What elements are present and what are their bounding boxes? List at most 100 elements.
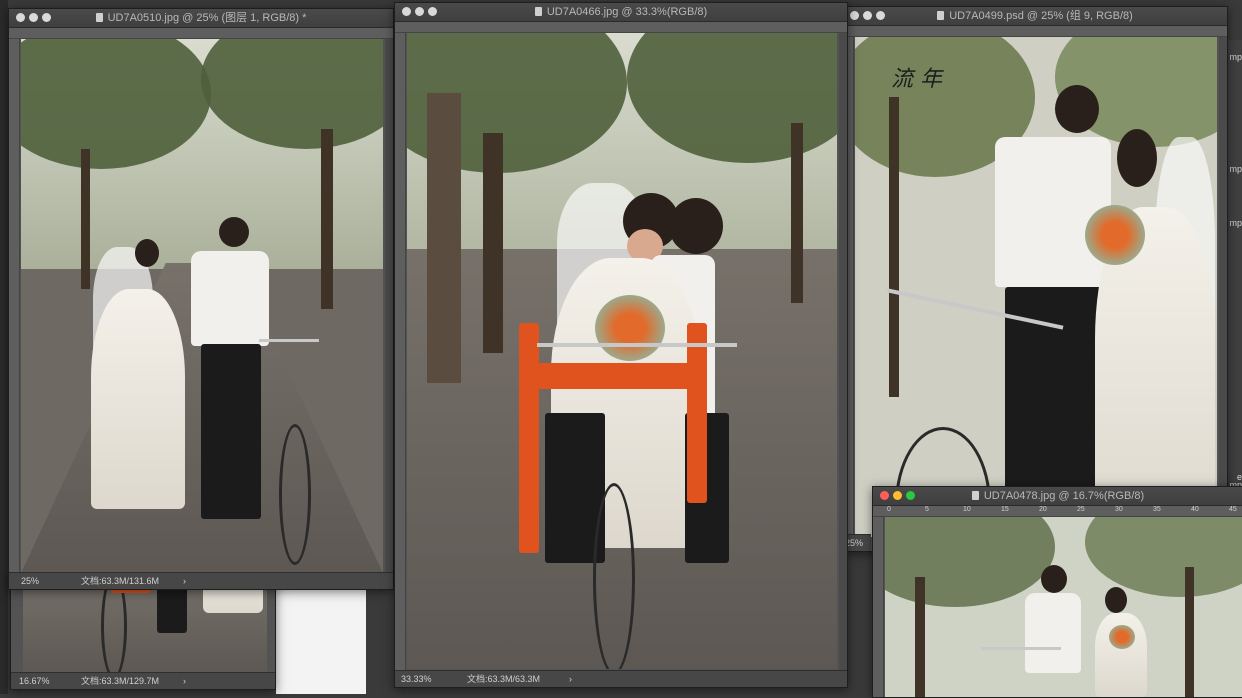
bicycle-wheel xyxy=(279,424,311,565)
zoom-button[interactable] xyxy=(876,11,885,20)
ruler-tick-label: 40 xyxy=(1191,506,1199,513)
window-title: UD7A0478.jpg @ 16.7%(RGB/8) xyxy=(983,490,1145,502)
groom-head xyxy=(669,198,723,254)
tree-canopy xyxy=(1085,517,1242,597)
groom-head xyxy=(1055,85,1099,133)
vertical-ruler[interactable] xyxy=(395,33,406,671)
photo-canvas[interactable] xyxy=(21,39,383,573)
document-size: 文档:63.3M/63.3M xyxy=(467,674,541,684)
vertical-ruler[interactable] xyxy=(873,517,884,697)
document-window-ud7a0510[interactable]: UD7A0510.jpg @ 25% (图层 1, RGB/8) * 25% 文… xyxy=(8,8,394,590)
desktop-label: mp xyxy=(1229,218,1242,228)
document-size: 文档:63.3M/131.6M xyxy=(81,576,160,586)
status-bar: 16.67% 文档:63.3M/129.7M › xyxy=(11,672,275,689)
tree-trunk xyxy=(81,149,90,289)
status-bar: 25% 文档:63.3M/131.6M › xyxy=(9,572,393,589)
groom-pants xyxy=(201,344,261,519)
minimize-button[interactable] xyxy=(893,491,902,500)
desktop-white-panel xyxy=(276,588,366,694)
zoom-level[interactable]: 33.33% xyxy=(401,671,432,687)
ruler-tick-label: 30 xyxy=(1115,506,1123,513)
desktop-label: mp xyxy=(1229,52,1242,62)
window-titlebar[interactable]: UD7A0499.psd @ 25% (组 9, RGB/8) xyxy=(843,7,1227,26)
document-icon xyxy=(971,491,979,500)
close-button[interactable] xyxy=(402,7,411,16)
ruler-tick-label: 35 xyxy=(1153,506,1161,513)
desktop-left-strip xyxy=(0,0,8,694)
bicycle-handlebar xyxy=(981,647,1061,650)
ruler-tick-label: 25 xyxy=(1077,506,1085,513)
minimize-button[interactable] xyxy=(863,11,872,20)
window-titlebar[interactable]: UD7A0510.jpg @ 25% (图层 1, RGB/8) * xyxy=(9,9,393,28)
window-title: UD7A0466.jpg @ 33.3%(RGB/8) xyxy=(546,6,708,18)
status-menu-arrow[interactable]: › xyxy=(183,673,186,689)
photo-canvas[interactable] xyxy=(407,33,837,669)
zoom-level[interactable]: 25% xyxy=(21,573,39,589)
tree-trunk xyxy=(915,577,925,697)
window-title: UD7A0510.jpg @ 25% (图层 1, RGB/8) * xyxy=(107,12,307,24)
minimize-button[interactable] xyxy=(29,13,38,22)
bicycle-wheel xyxy=(593,483,635,669)
ruler-tick-label: 10 xyxy=(963,506,971,513)
ruler-tick-label: 0 xyxy=(887,506,891,513)
tree-trunk xyxy=(483,133,503,353)
close-button[interactable] xyxy=(880,491,889,500)
photo-canvas[interactable] xyxy=(885,517,1242,697)
window-titlebar[interactable]: UD7A0466.jpg @ 33.3%(RGB/8) xyxy=(395,3,847,22)
groom-head xyxy=(1041,565,1067,593)
orange-sash xyxy=(537,363,697,389)
ruler-tick-label: 15 xyxy=(1001,506,1009,513)
vertical-scrollbar[interactable] xyxy=(385,39,393,573)
document-window-ud7a0466[interactable]: UD7A0466.jpg @ 33.3%(RGB/8) 33.33% 文档:63… xyxy=(394,2,848,688)
horizontal-ruler[interactable] xyxy=(9,28,393,39)
ruler-tick-label: 5 xyxy=(925,506,929,513)
status-menu-arrow[interactable]: › xyxy=(183,573,186,589)
document-icon xyxy=(95,13,103,22)
bride-head xyxy=(1117,129,1157,187)
window-title: UD7A0499.psd @ 25% (组 9, RGB/8) xyxy=(949,10,1133,22)
window-titlebar[interactable]: UD7A0478.jpg @ 16.7%(RGB/8) xyxy=(873,487,1242,506)
bride-head xyxy=(135,239,159,267)
close-button[interactable] xyxy=(850,11,859,20)
photo-canvas[interactable]: 流 年 xyxy=(855,37,1217,537)
horizontal-ruler[interactable]: 0 5 10 15 20 25 30 35 40 45 xyxy=(873,506,1242,517)
bicycle-handlebar xyxy=(537,343,737,347)
status-menu-arrow[interactable]: › xyxy=(569,671,572,687)
bridal-bouquet xyxy=(1109,625,1135,649)
ruler-tick-label: 45 xyxy=(1229,506,1237,513)
groom-shirt xyxy=(1025,593,1081,673)
vertical-ruler[interactable] xyxy=(9,39,20,573)
vertical-scrollbar[interactable] xyxy=(1219,37,1227,535)
tree-trunk xyxy=(791,123,803,303)
status-bar: 33.33% 文档:63.3M/63.3M › xyxy=(395,670,847,687)
studio-signature: 流 年 xyxy=(891,67,942,92)
groom-shirt xyxy=(995,137,1111,287)
document-icon xyxy=(534,7,542,16)
orange-sash xyxy=(519,323,539,553)
document-window-ud7a0478[interactable]: UD7A0478.jpg @ 16.7%(RGB/8) 0 5 10 15 20… xyxy=(872,486,1242,698)
document-window-ud7a0499[interactable]: UD7A0499.psd @ 25% (组 9, RGB/8) 流 年 25% xyxy=(842,6,1228,552)
close-button[interactable] xyxy=(16,13,25,22)
tree-trunk xyxy=(1185,567,1194,697)
bicycle-handlebar xyxy=(259,339,319,342)
zoom-button[interactable] xyxy=(906,491,915,500)
vertical-scrollbar[interactable] xyxy=(839,33,847,671)
zoom-button[interactable] xyxy=(428,7,437,16)
tree-trunk xyxy=(427,93,461,383)
wedding-dress xyxy=(91,289,185,509)
bridal-bouquet xyxy=(1085,205,1145,265)
tree-trunk xyxy=(321,129,333,309)
document-size: 文档:63.3M/129.7M xyxy=(81,676,160,686)
groom-head xyxy=(219,217,249,247)
desktop-label: mp xyxy=(1229,164,1242,174)
horizontal-ruler[interactable] xyxy=(843,26,1227,37)
minimize-button[interactable] xyxy=(415,7,424,16)
horizontal-ruler[interactable] xyxy=(395,22,847,33)
orange-sash xyxy=(687,323,707,503)
document-icon xyxy=(937,11,945,20)
zoom-button[interactable] xyxy=(42,13,51,22)
groom-shirt xyxy=(191,251,269,346)
zoom-level[interactable]: 16.67% xyxy=(19,673,50,689)
bride-head xyxy=(1105,587,1127,613)
ruler-tick-label: 20 xyxy=(1039,506,1047,513)
